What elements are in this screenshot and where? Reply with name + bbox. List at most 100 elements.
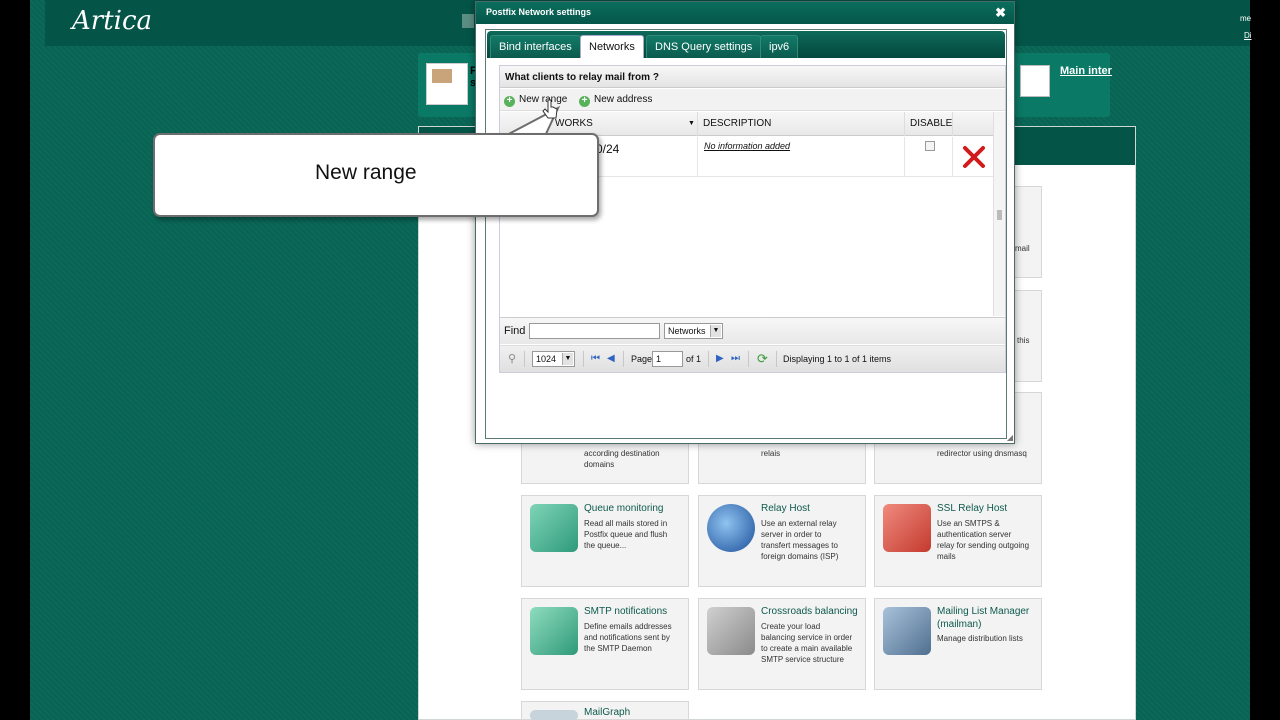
document-icon	[1020, 65, 1050, 97]
new-address-button[interactable]: + New address	[579, 92, 652, 108]
feature-desc: this	[1017, 336, 1030, 345]
feature-tile-mailgraph[interactable]: MailGraph	[521, 701, 689, 720]
find-field-select[interactable]: Networks ▼	[664, 323, 723, 339]
grid-search-bar: Find Networks ▼	[500, 317, 1005, 344]
feature-desc: mail	[1015, 244, 1030, 253]
scrollbar-thumb[interactable]	[997, 210, 1002, 220]
crossroads-icon	[707, 607, 755, 655]
divider	[524, 351, 525, 367]
ssl-relay-icon	[883, 504, 931, 552]
tab-ipv6[interactable]: ipv6	[760, 35, 799, 58]
callout-text: New range	[315, 161, 417, 184]
page-of-label: of 1	[686, 354, 702, 364]
feature-tile-crossroads-balancing[interactable]: Crossroads balancing Create your load ba…	[698, 598, 866, 690]
description-link[interactable]: No information added	[704, 141, 790, 151]
divider	[708, 351, 709, 367]
grid-pager: ⚲ 1024 ▼ ⏮ ◀ Page of 1 ▶ ⏭ ⟳ Displaying …	[500, 345, 1005, 372]
plus-icon: +	[504, 96, 515, 107]
first-page-icon[interactable]: ⏮	[591, 353, 600, 364]
feature-tile-mailman[interactable]: Mailing List Manager (mailman) Manage di…	[874, 598, 1042, 690]
feature-title[interactable]: SMTP notifications	[584, 605, 688, 618]
stamp-icon	[432, 69, 452, 83]
divider	[748, 351, 749, 367]
divider	[583, 351, 584, 367]
next-page-icon[interactable]: ▶	[716, 353, 724, 364]
feature-desc: redirector using dnsmasq	[937, 449, 1027, 458]
divider	[623, 351, 624, 367]
smtp-notifications-icon	[530, 607, 578, 655]
sort-icon: ▼	[688, 120, 695, 127]
new-address-label: New address	[594, 94, 653, 105]
find-field-value: Networks	[668, 326, 706, 336]
mailman-icon	[883, 607, 931, 655]
feature-title[interactable]: MailGraph	[584, 706, 688, 719]
page-size-value: 1024	[536, 354, 557, 364]
tab-bar: Bind interfaces Networks DNS Query setti…	[487, 31, 1005, 58]
delete-icon[interactable]	[961, 144, 987, 170]
grid-title: What clients to relay mail from ?	[500, 66, 1005, 88]
column-description[interactable]: DESCRIPTION	[698, 112, 905, 136]
feature-desc: Use an external relay server in order to…	[761, 519, 839, 561]
artica-logo: Artica	[72, 6, 153, 36]
grid-scrollbar[interactable]	[993, 112, 1005, 316]
feature-tile-ssl-relay-host[interactable]: SSL Relay Host Use an SMTPS & authentica…	[874, 495, 1042, 587]
description-cell: No information added	[698, 137, 905, 177]
networks-grid: What clients to relay mail from ? + New r…	[499, 65, 1006, 373]
tutorial-callout: New range	[153, 133, 599, 217]
globe-icon	[707, 504, 755, 552]
feature-title[interactable]: Queue monitoring	[584, 502, 688, 515]
dialog-title: Postfix Network settings	[486, 7, 592, 17]
queue-monitoring-icon	[530, 504, 578, 552]
page-label: Page	[631, 354, 653, 364]
plus-icon: +	[579, 96, 590, 107]
feature-desc: Read all mails stored in Postfix queue a…	[584, 519, 668, 550]
find-input[interactable]	[529, 323, 660, 339]
network-value: 0/24	[596, 142, 620, 156]
grid-title-text: What clients to relay mail from ?	[505, 72, 659, 83]
page-size-select[interactable]: 1024 ▼	[532, 351, 575, 367]
chevron-down-icon: ▼	[710, 325, 721, 337]
feature-title[interactable]: Crossroads balancing	[761, 605, 865, 618]
column-delete	[953, 112, 994, 136]
divider	[776, 351, 777, 367]
home-icon[interactable]	[462, 14, 474, 28]
dialog-titlebar[interactable]: Postfix Network settings ✖	[476, 2, 1014, 24]
last-page-icon[interactable]: ⏭	[731, 353, 740, 364]
postfix-network-settings-dialog: Postfix Network settings ✖ Bind interfac…	[475, 1, 1015, 444]
tab-dns-query-settings[interactable]: DNS Query settings	[646, 35, 762, 58]
mouse-pointer-icon	[542, 99, 558, 119]
feature-desc: according destination domains	[584, 449, 660, 469]
tab-bind-interfaces[interactable]: Bind interfaces	[490, 35, 581, 58]
delete-cell	[953, 137, 994, 177]
feature-tile-queue-monitoring[interactable]: Queue monitoring Read all mails stored i…	[521, 495, 689, 587]
resize-handle-icon[interactable]: ◢	[1007, 433, 1013, 442]
header-link[interactable]: Di	[1244, 31, 1252, 40]
tab-networks[interactable]: Networks	[580, 35, 644, 58]
mailgraph-icon	[530, 710, 578, 720]
disable-cell	[905, 137, 953, 177]
feature-desc: Define emails addresses and notification…	[584, 622, 672, 653]
disable-checkbox[interactable]	[925, 141, 935, 151]
quick-tile-main-interface[interactable]: Main inter	[1014, 53, 1112, 117]
feature-title[interactable]: SSL Relay Host	[937, 502, 1041, 515]
column-disable[interactable]: DISABLE	[905, 112, 953, 136]
chevron-down-icon: ▼	[562, 353, 573, 365]
feature-title[interactable]: Mailing List Manager (mailman)	[937, 605, 1041, 631]
find-label: Find	[504, 325, 526, 337]
refresh-icon[interactable]: ⟳	[757, 351, 768, 367]
main-interface-link[interactable]: Main inter	[1060, 65, 1112, 77]
close-icon[interactable]: ✖	[995, 5, 1006, 21]
search-icon[interactable]: ⚲	[508, 352, 516, 365]
feature-desc: Create your load balancing service in or…	[761, 622, 853, 664]
feature-desc: Use an SMTPS & authentication server rel…	[937, 519, 1030, 561]
column-label: WORKS	[555, 118, 593, 129]
page-input[interactable]	[652, 351, 683, 367]
feature-desc: relais	[761, 449, 781, 458]
feature-desc: Manage distribution lists	[937, 634, 1023, 643]
grid-toolbar: + New range + New address	[500, 89, 1005, 111]
feature-title[interactable]: Relay Host	[761, 502, 865, 515]
feature-tile-smtp-notifications[interactable]: SMTP notifications Define emails address…	[521, 598, 689, 690]
prev-page-icon[interactable]: ◀	[607, 353, 615, 364]
quick-tile-left[interactable]: F s	[418, 53, 478, 117]
feature-tile-relay-host[interactable]: Relay Host Use an external relay server …	[698, 495, 866, 587]
